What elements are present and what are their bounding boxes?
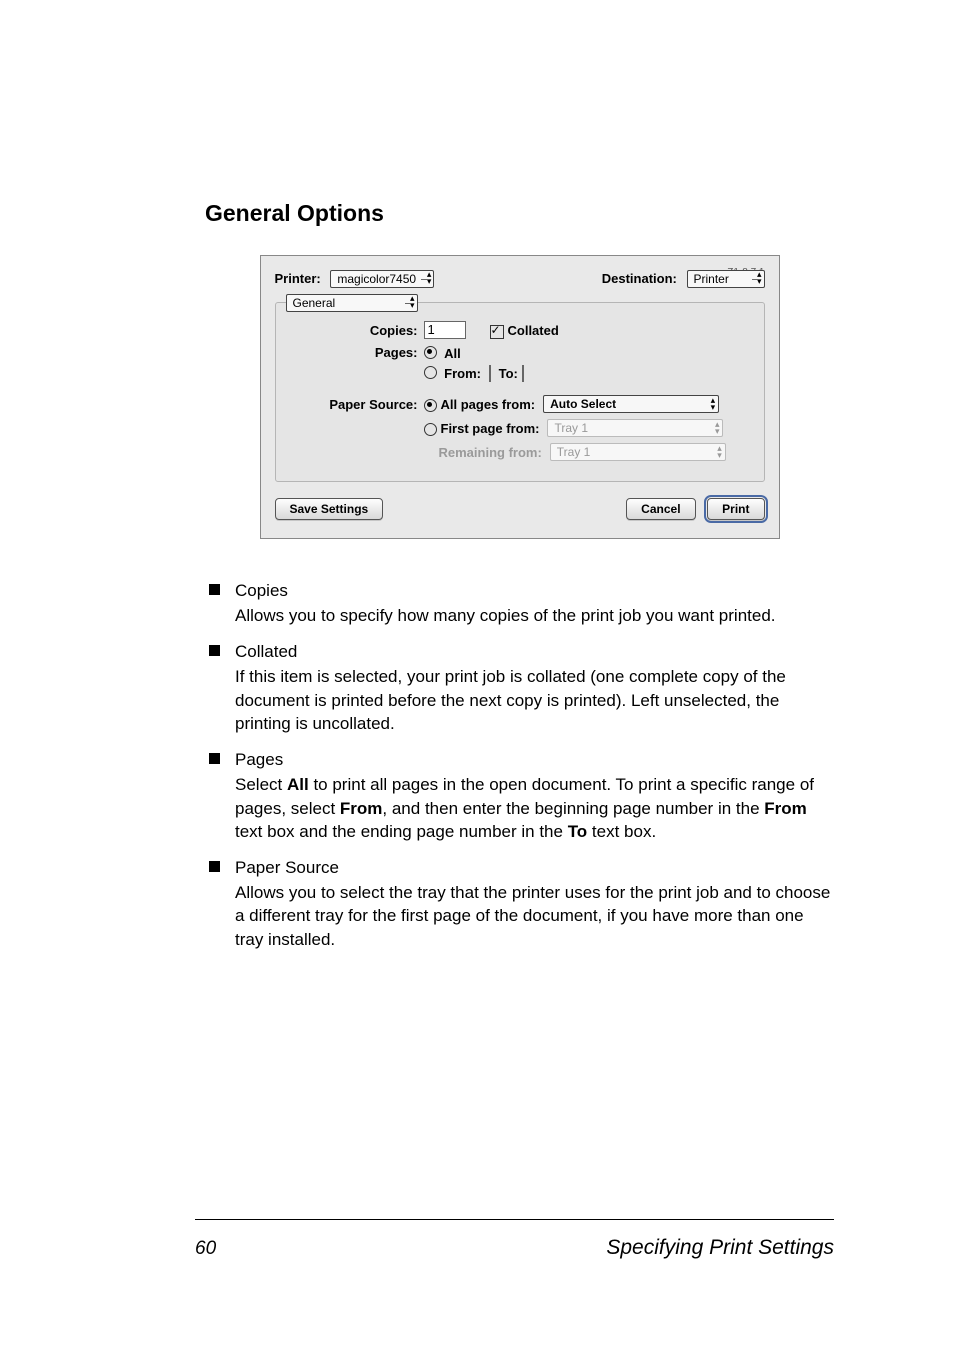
ps-first-dropdown: Tray 1 ▴▾ xyxy=(547,419,723,437)
updown-icon: ▴▾ xyxy=(715,421,720,435)
option-description-list: Copies Allows you to specify how many co… xyxy=(205,579,834,951)
printer-dropdown-value: magicolor7450 xyxy=(337,272,416,286)
pages-all-label: All xyxy=(444,346,461,361)
list-item: Copies Allows you to specify how many co… xyxy=(205,579,834,628)
footer-rule xyxy=(195,1219,834,1220)
tab-dropdown[interactable]: General ▴▾ xyxy=(286,294,418,312)
pages-to-input[interactable] xyxy=(522,365,524,382)
destination-label: Destination: xyxy=(602,271,677,286)
collated-label: Collated xyxy=(508,323,559,338)
ps-all-radio[interactable] xyxy=(424,399,437,412)
bullet-term: Pages xyxy=(235,748,834,771)
copies-input[interactable]: 1 xyxy=(424,321,466,339)
destination-dropdown[interactable]: Printer ▴▾ xyxy=(687,270,765,288)
ps-first-label: First page from: xyxy=(441,421,540,436)
ps-all-dropdown-value: Auto Select xyxy=(550,397,616,411)
bullet-term: Copies xyxy=(235,579,834,602)
updown-icon: ▴▾ xyxy=(711,397,716,411)
pages-to-label: To: xyxy=(499,366,518,381)
updown-icon: ▴▾ xyxy=(427,271,432,285)
ps-all-label: All pages from: xyxy=(441,397,536,412)
list-item: Paper Source Allows you to select the tr… xyxy=(205,856,834,952)
page-number: 60 xyxy=(195,1238,216,1260)
printer-dropdown[interactable]: magicolor7450 ▴▾ xyxy=(330,270,434,288)
list-item: Pages Select All to print all pages in t… xyxy=(205,748,834,844)
list-item: Collated If this item is selected, your … xyxy=(205,640,834,736)
save-settings-button[interactable]: Save Settings xyxy=(275,498,384,520)
running-title: Specifying Print Settings xyxy=(606,1236,834,1260)
print-dialog-screenshot: Z1-8.7.1 Printer: magicolor7450 ▴▾ Desti… xyxy=(205,255,834,539)
print-button[interactable]: Print xyxy=(707,498,764,520)
collated-checkbox[interactable] xyxy=(490,325,504,339)
ps-all-dropdown[interactable]: Auto Select ▴▾ xyxy=(543,395,719,413)
bullet-body: Allows you to select the tray that the p… xyxy=(235,881,834,951)
pages-label: Pages: xyxy=(288,345,424,360)
ps-remaining-dropdown-value: Tray 1 xyxy=(557,445,591,459)
destination-dropdown-value: Printer xyxy=(694,272,729,286)
section-heading: General Options xyxy=(205,200,834,227)
pages-from-input[interactable] xyxy=(489,365,491,382)
updown-icon: ▴▾ xyxy=(757,271,762,285)
pages-from-label: From: xyxy=(444,366,481,381)
paper-source-label: Paper Source: xyxy=(288,397,424,412)
ps-remaining-dropdown: Tray 1 ▴▾ xyxy=(550,443,726,461)
bullet-body: Select All to print all pages in the ope… xyxy=(235,773,834,843)
pages-from-radio[interactable] xyxy=(424,366,437,379)
cancel-button[interactable]: Cancel xyxy=(626,498,695,520)
pages-all-radio[interactable] xyxy=(424,346,437,359)
copies-label: Copies: xyxy=(288,323,424,338)
printer-label: Printer: xyxy=(275,271,321,286)
updown-icon: ▴▾ xyxy=(717,445,722,459)
bullet-body: Allows you to specify how many copies of… xyxy=(235,604,834,627)
bullet-term: Paper Source xyxy=(235,856,834,879)
tab-dropdown-value: General xyxy=(293,296,336,310)
updown-icon: ▴▾ xyxy=(410,295,415,309)
bullet-body: If this item is selected, your print job… xyxy=(235,665,834,735)
ps-first-dropdown-value: Tray 1 xyxy=(554,421,588,435)
bullet-term: Collated xyxy=(235,640,834,663)
ps-remaining-label: Remaining from: xyxy=(439,445,542,460)
ps-first-radio[interactable] xyxy=(424,423,437,436)
